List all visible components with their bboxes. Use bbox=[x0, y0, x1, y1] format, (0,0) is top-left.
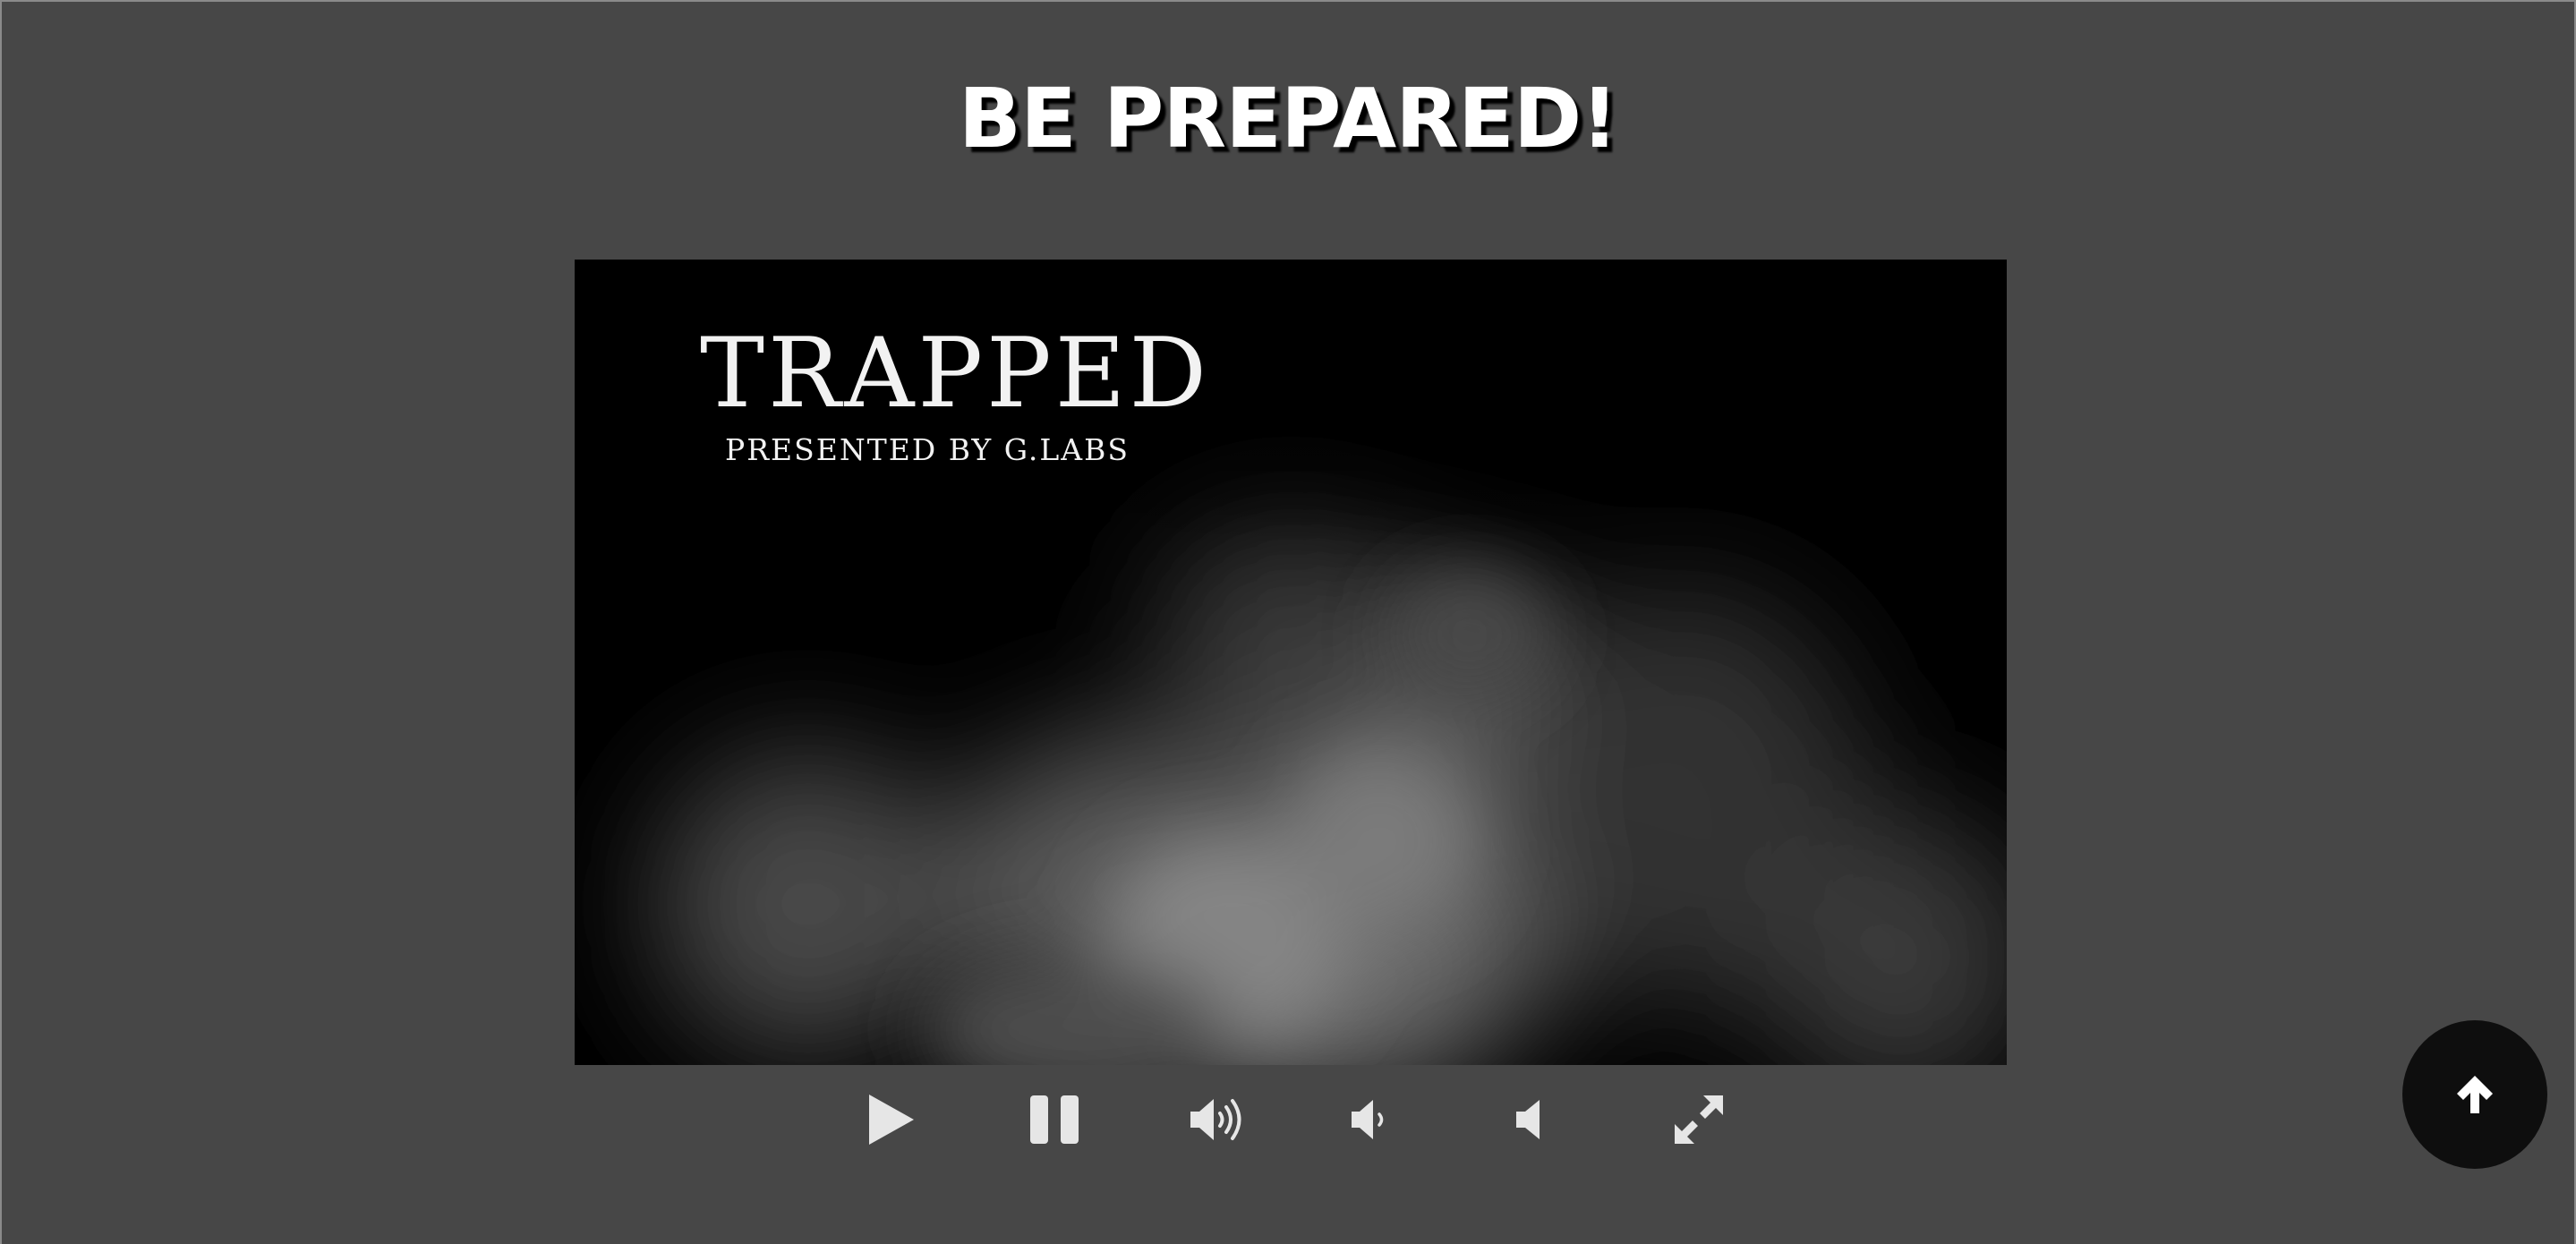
fullscreen-button[interactable] bbox=[1663, 1086, 1735, 1153]
play-icon bbox=[869, 1095, 914, 1145]
mute-button[interactable] bbox=[1493, 1086, 1565, 1153]
video-title: TRAPPED bbox=[700, 318, 1211, 430]
pause-icon bbox=[1030, 1095, 1079, 1144]
video-controls bbox=[2, 1086, 2574, 1153]
volume-up-button[interactable] bbox=[1181, 1086, 1253, 1153]
volume-mute-icon bbox=[1516, 1100, 1540, 1139]
volume-low-icon bbox=[1352, 1100, 1384, 1139]
page-title: BE PREPARED! bbox=[958, 71, 1618, 166]
video-subtitle: PRESENTED BY G.LABS bbox=[725, 432, 1130, 467]
arrow-up-icon bbox=[2457, 1076, 2493, 1113]
play-button[interactable] bbox=[856, 1086, 927, 1153]
video-player[interactable]: TRAPPED PRESENTED BY G.LABS bbox=[575, 260, 2007, 1065]
expand-icon bbox=[1675, 1095, 1723, 1144]
page: BE PREPARED! TRAPPED PRESENTED BY G.LABS bbox=[0, 0, 2576, 1244]
volume-high-icon bbox=[1190, 1099, 1241, 1140]
scroll-to-top-button[interactable] bbox=[2402, 1020, 2547, 1169]
volume-down-button[interactable] bbox=[1335, 1086, 1407, 1153]
pause-button[interactable] bbox=[1019, 1086, 1090, 1153]
